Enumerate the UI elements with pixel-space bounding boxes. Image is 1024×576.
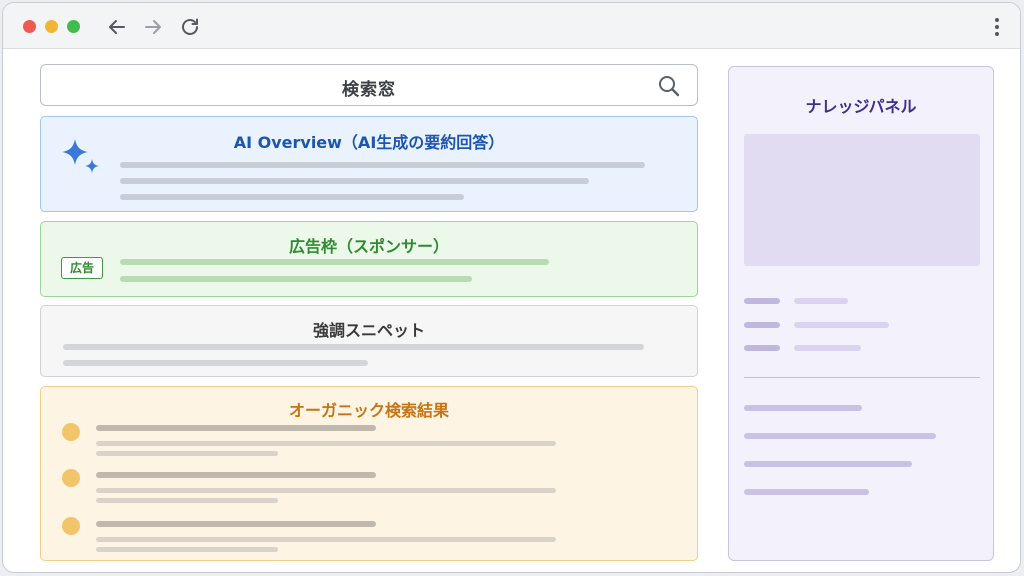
- minimize-window-button[interactable]: [45, 20, 58, 33]
- knowledge-panel-title: ナレッジパネル: [805, 97, 917, 116]
- browser-menu-button[interactable]: [985, 15, 1009, 39]
- maximize-window-button[interactable]: [67, 20, 80, 33]
- close-window-button[interactable]: [23, 20, 36, 33]
- knowledge-panel: ナレッジパネル: [728, 66, 994, 561]
- reload-button[interactable]: [178, 15, 202, 39]
- back-button[interactable]: [105, 15, 129, 39]
- kp-fact-value: [794, 298, 848, 304]
- ai-summary-line: [120, 194, 464, 200]
- arrow-right-icon: [145, 20, 161, 34]
- ad-text-line: [120, 276, 472, 282]
- ad-badge: 広告: [61, 257, 103, 279]
- ad-panel-title: 広告枠（スポンサー）: [288, 237, 449, 256]
- arrow-left-icon: [109, 20, 125, 34]
- snippet-text-line: [63, 360, 368, 366]
- kp-fact-value: [794, 322, 889, 328]
- result-favicon: [62, 423, 80, 441]
- search-icon[interactable]: [657, 74, 681, 98]
- kp-fact-value: [794, 345, 861, 351]
- kp-text-line: [744, 461, 912, 467]
- search-input[interactable]: 検索窓: [40, 64, 698, 106]
- featured-snippet-panel: 強調スニペット: [40, 305, 698, 377]
- ai-summary-line: [120, 162, 645, 168]
- kp-fact-key: [744, 345, 780, 351]
- ai-summary-line: [120, 178, 589, 184]
- reload-icon: [182, 18, 198, 35]
- result-snippet-line: [96, 488, 556, 493]
- knowledge-panel-image: [744, 134, 980, 266]
- kp-text-line: [744, 405, 862, 411]
- browser-window: 検索窓 AI Overview（AI生成の要約回答） 広告枠（スポンサー） 広告…: [2, 2, 1021, 573]
- ai-overview-panel: AI Overview（AI生成の要約回答）: [40, 116, 698, 212]
- organic-results-panel: オーガニック検索結果: [40, 386, 698, 561]
- forward-button[interactable]: [141, 15, 165, 39]
- result-snippet-line: [96, 537, 556, 542]
- result-title-line[interactable]: [96, 521, 376, 527]
- search-label: 検索窓: [342, 80, 396, 100]
- browser-toolbar: [3, 3, 1020, 49]
- snippet-text-line: [63, 344, 644, 350]
- result-snippet-line: [96, 498, 278, 503]
- result-title-line[interactable]: [96, 425, 376, 431]
- ad-text-line[interactable]: [120, 259, 549, 265]
- kp-text-line: [744, 489, 869, 495]
- kp-divider: [744, 377, 980, 378]
- result-snippet-line: [96, 441, 556, 446]
- result-snippet-line: [96, 451, 278, 456]
- featured-snippet-title: 強調スニペット: [312, 321, 425, 340]
- kp-fact-key: [744, 298, 780, 304]
- kp-fact-key: [744, 322, 780, 328]
- result-favicon: [62, 517, 80, 535]
- result-snippet-line: [96, 547, 278, 552]
- result-title-line[interactable]: [96, 472, 376, 478]
- kp-text-line: [744, 433, 936, 439]
- kebab-menu-icon: [995, 18, 999, 36]
- ad-panel: 広告枠（スポンサー） 広告: [40, 221, 698, 297]
- ai-overview-title: AI Overview（AI生成の要約回答）: [233, 133, 505, 152]
- result-favicon: [62, 469, 80, 487]
- organic-results-title: オーガニック検索結果: [288, 401, 449, 420]
